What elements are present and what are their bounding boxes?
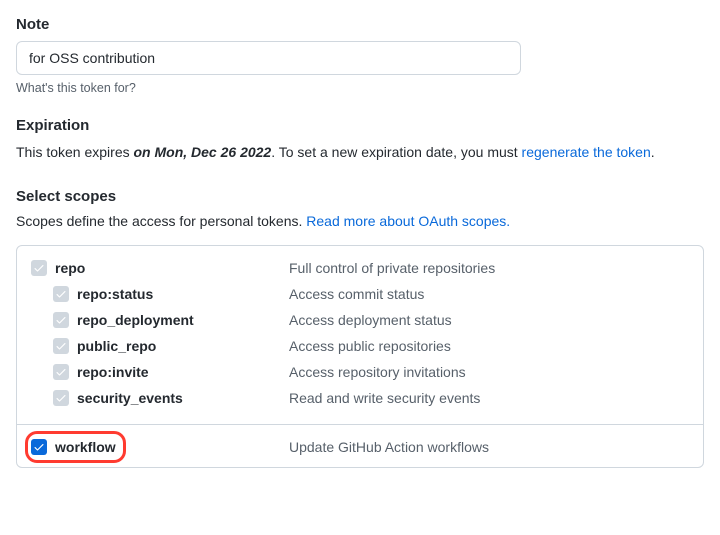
- expiration-text: This token expires on Mon, Dec 26 2022. …: [16, 142, 704, 164]
- scope-row-repo: repo Full control of private repositorie…: [31, 260, 689, 276]
- scope-name-security-events: security_events: [77, 390, 183, 406]
- expiration-heading: Expiration: [16, 117, 704, 134]
- scope-name-repo-deployment: repo_deployment: [77, 312, 194, 328]
- scope-name-repo-status: repo:status: [77, 286, 153, 302]
- scope-name-repo-invite: repo:invite: [77, 364, 149, 380]
- checkbox-workflow[interactable]: [31, 439, 47, 455]
- check-icon: [55, 366, 67, 378]
- note-input[interactable]: [16, 41, 521, 75]
- scope-name-repo: repo: [55, 260, 85, 276]
- scope-row-workflow: workflow Update GitHub Action workflows: [31, 439, 689, 455]
- scopes-box: repo Full control of private repositorie…: [16, 245, 704, 468]
- scope-row-repo-invite: repo:invite Access repository invitation…: [31, 364, 689, 380]
- checkbox-repo-invite[interactable]: [53, 364, 69, 380]
- check-icon: [55, 288, 67, 300]
- note-heading: Note: [16, 16, 704, 33]
- scope-group-workflow: workflow Update GitHub Action workflows: [17, 424, 703, 467]
- scope-row-repo-deployment: repo_deployment Access deployment status: [31, 312, 689, 328]
- scopes-intro: Scopes define the access for personal to…: [16, 213, 704, 229]
- checkbox-repo-status[interactable]: [53, 286, 69, 302]
- scopes-heading: Select scopes: [16, 188, 704, 205]
- check-icon: [33, 441, 45, 453]
- scope-row-repo-status: repo:status Access commit status: [31, 286, 689, 302]
- scope-row-security-events: security_events Read and write security …: [31, 390, 689, 406]
- check-icon: [55, 314, 67, 326]
- expiration-suffix: .: [651, 144, 655, 160]
- checkbox-public-repo[interactable]: [53, 338, 69, 354]
- scope-desc-workflow: Update GitHub Action workflows: [289, 439, 489, 455]
- oauth-scopes-link[interactable]: Read more about OAuth scopes.: [306, 213, 510, 229]
- scope-desc-repo-deployment: Access deployment status: [289, 312, 452, 328]
- scope-row-public-repo: public_repo Access public repositories: [31, 338, 689, 354]
- checkbox-repo[interactable]: [31, 260, 47, 276]
- expiration-date: on Mon, Dec 26 2022: [134, 144, 272, 160]
- expiration-middle: . To set a new expiration date, you must: [271, 144, 521, 160]
- check-icon: [55, 340, 67, 352]
- scope-desc-security-events: Read and write security events: [289, 390, 480, 406]
- check-icon: [33, 262, 45, 274]
- scope-desc-repo-invite: Access repository invitations: [289, 364, 466, 380]
- checkbox-security-events[interactable]: [53, 390, 69, 406]
- expiration-prefix: This token expires: [16, 144, 134, 160]
- scope-desc-public-repo: Access public repositories: [289, 338, 451, 354]
- scope-name-public-repo: public_repo: [77, 338, 156, 354]
- scope-name-workflow: workflow: [55, 439, 116, 455]
- checkbox-repo-deployment[interactable]: [53, 312, 69, 328]
- scope-desc-repo-status: Access commit status: [289, 286, 424, 302]
- check-icon: [55, 392, 67, 404]
- scopes-intro-text: Scopes define the access for personal to…: [16, 213, 306, 229]
- scope-group-repo: repo Full control of private repositorie…: [17, 246, 703, 424]
- regenerate-token-link[interactable]: regenerate the token: [522, 144, 651, 160]
- scope-desc-repo: Full control of private repositories: [289, 260, 495, 276]
- note-help-text: What's this token for?: [16, 81, 704, 95]
